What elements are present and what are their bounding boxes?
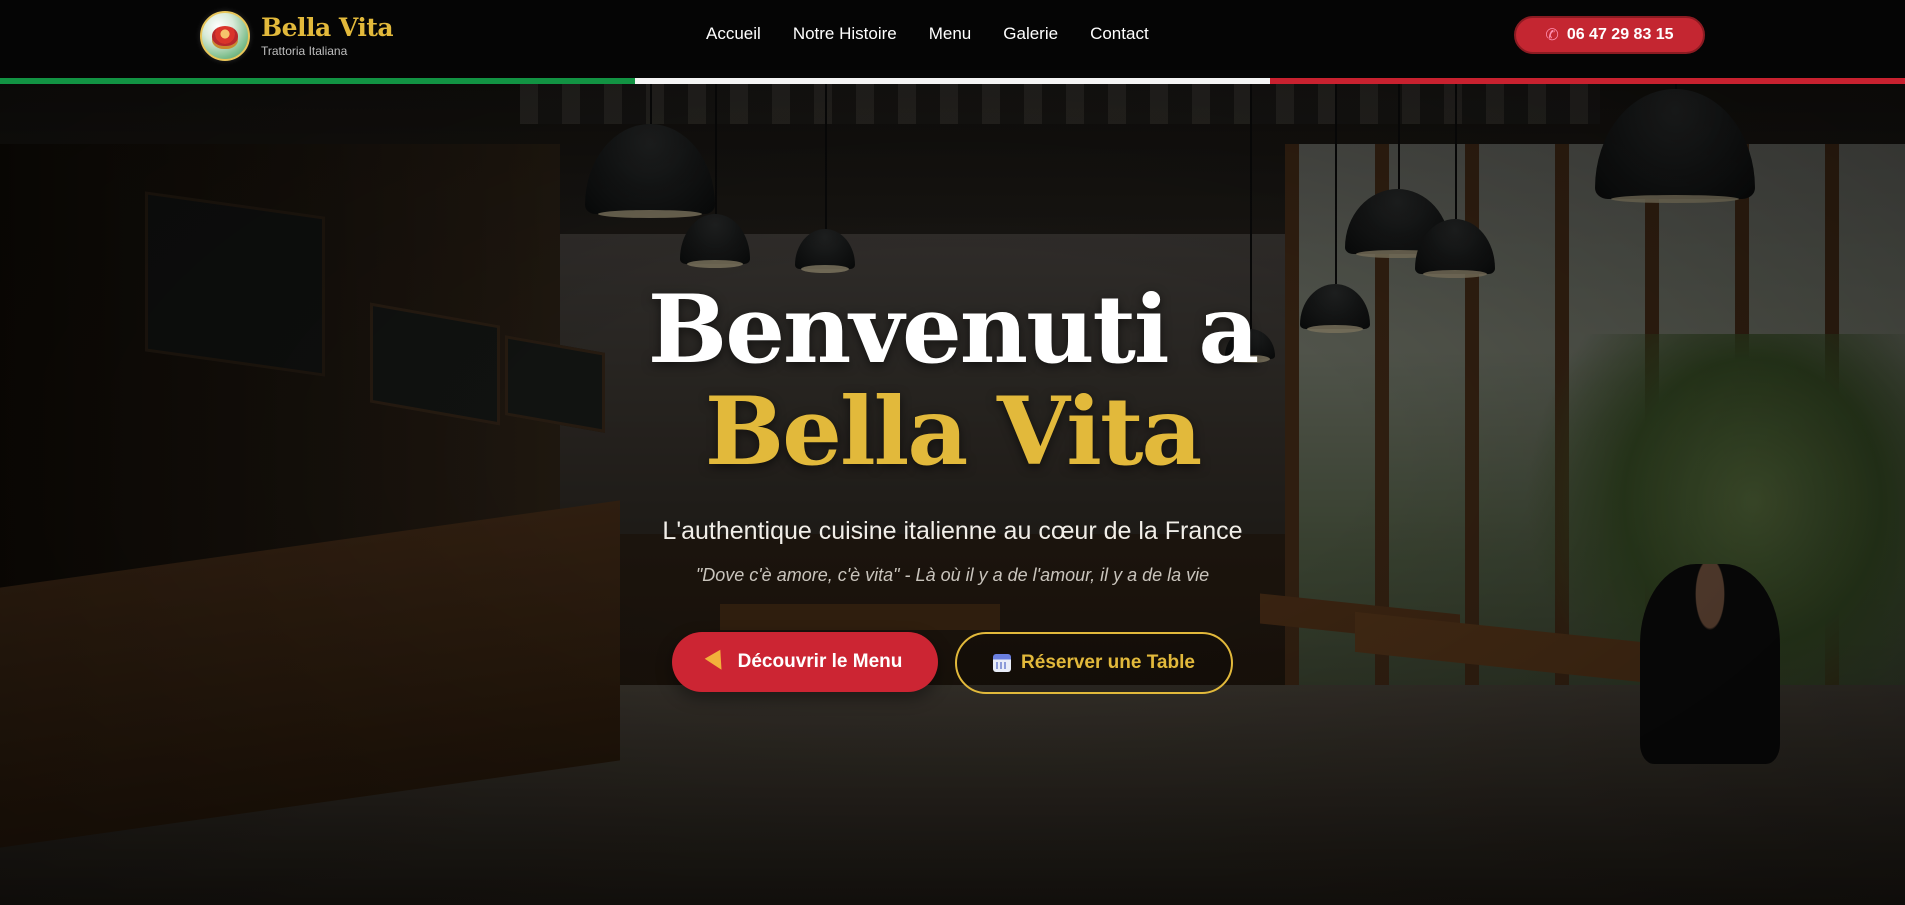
brand-text: Bella Vita Trattoria Italiana	[261, 12, 394, 59]
phone-icon: ✆	[1545, 27, 1559, 44]
logo	[200, 11, 250, 61]
pasta-dish-icon	[212, 26, 238, 46]
phone-button[interactable]: ✆ 06 47 29 83 15	[1514, 16, 1705, 54]
flag-stripe-green	[0, 78, 635, 84]
hero-title-line2: Bella Vita	[704, 377, 1203, 487]
reserve-table-button[interactable]: Réserver une Table	[955, 632, 1233, 694]
navbar: Bella Vita Trattoria Italiana Accueil No…	[0, 0, 1905, 78]
main-nav: Accueil Notre Histoire Menu Galerie Cont…	[706, 24, 1181, 44]
flag-stripe-white	[635, 78, 1270, 84]
italian-flag-stripe	[0, 78, 1905, 84]
reserve-table-label: Réserver une Table	[1021, 652, 1195, 673]
nav-link-notre-histoire[interactable]: Notre Histoire	[793, 24, 897, 44]
hero-title-line1: Benvenuti a	[647, 275, 1259, 385]
nav-link-contact[interactable]: Contact	[1090, 24, 1149, 44]
nav-link-galerie[interactable]: Galerie	[1003, 24, 1058, 44]
flag-stripe-red	[1270, 78, 1905, 84]
hero-section: Benvenuti a Bella Vita L'authentique cui…	[0, 84, 1905, 905]
calendar-icon	[993, 654, 1012, 672]
phone-number: 06 47 29 83 15	[1566, 26, 1674, 43]
pizza-icon	[704, 649, 729, 675]
nav-link-menu[interactable]: Menu	[929, 24, 972, 44]
discover-menu-label: Découvrir le Menu	[737, 651, 903, 672]
nav-link-accueil[interactable]: Accueil	[706, 24, 761, 44]
hero-subtitle: L'authentique cuisine italienne au cœur …	[662, 517, 1243, 545]
cta-buttons: Découvrir le Menu Réserver une Table	[672, 632, 1233, 694]
brand[interactable]: Bella Vita Trattoria Italiana	[200, 11, 394, 61]
hero-quote: "Dove c'è amore, c'è vita" - Là où il y …	[695, 565, 1210, 585]
brand-tagline: Trattoria Italiana	[261, 43, 348, 58]
restaurant-background-image	[0, 84, 1905, 905]
discover-menu-button[interactable]: Découvrir le Menu	[672, 632, 938, 692]
brand-name: Bella Vita	[261, 12, 394, 42]
